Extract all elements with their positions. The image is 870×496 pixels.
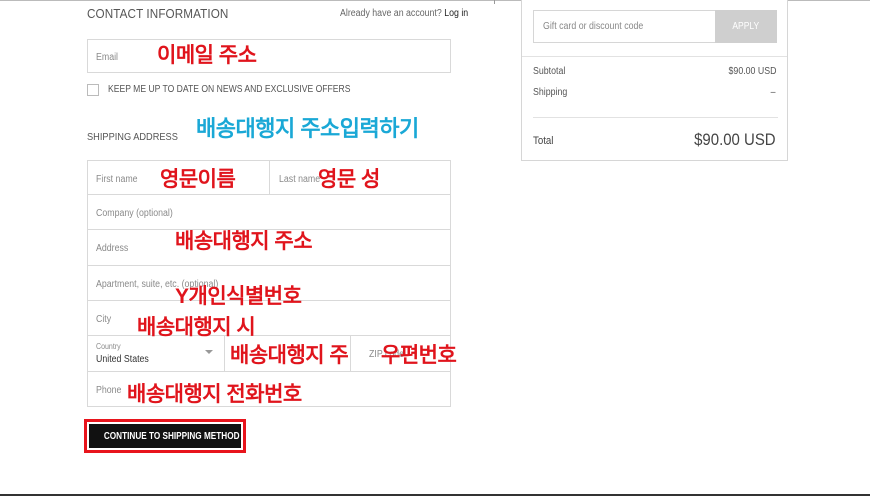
chevron-down-icon[interactable] bbox=[205, 350, 213, 354]
login-link[interactable]: Log in bbox=[444, 8, 468, 19]
country-label: Country bbox=[96, 342, 121, 351]
annotation-address: 배송대행지 주소 bbox=[175, 230, 313, 253]
annotation-apartment: Y개인식별번호 bbox=[175, 285, 302, 308]
column-divider bbox=[494, 0, 495, 4]
address-placeholder: Address bbox=[96, 243, 129, 254]
continue-button-highlight: CONTINUE TO SHIPPING METHOD bbox=[84, 419, 246, 453]
continue-to-shipping-button[interactable]: CONTINUE TO SHIPPING METHOD bbox=[89, 424, 241, 448]
annotation-state: 배송대행지 주 bbox=[230, 344, 349, 367]
annotation-last-name: 영문 성 bbox=[318, 168, 380, 191]
annotation-phone: 배송대행지 전화번호 bbox=[127, 383, 302, 406]
newsletter-label: KEEP ME UP TO DATE ON NEWS AND EXCLUSIVE… bbox=[108, 84, 351, 95]
annotation-zip: 우편번호 bbox=[381, 344, 457, 367]
gift-card-placeholder: Gift card or discount code bbox=[543, 21, 644, 32]
gift-card-input[interactable]: Gift card or discount code bbox=[533, 10, 718, 43]
apply-label: APPLY bbox=[732, 21, 760, 32]
contact-title: CONTACT INFORMATION bbox=[87, 6, 229, 21]
annotation-city: 배송대행지 시 bbox=[137, 316, 256, 339]
email-placeholder: Email bbox=[96, 52, 119, 63]
continue-label: CONTINUE TO SHIPPING METHOD bbox=[103, 430, 240, 442]
annotation-shipping-title: 배송대행지 주소입력하기 bbox=[196, 116, 419, 141]
account-prompt: Already have an account? Log in bbox=[340, 8, 468, 19]
shipping-value: – bbox=[771, 87, 776, 98]
company-placeholder: Company (optional) bbox=[96, 208, 173, 219]
shipping-title: SHIPPING ADDRESS bbox=[87, 131, 178, 143]
country-value: United States bbox=[96, 354, 149, 365]
email-field[interactable]: Email bbox=[87, 39, 451, 73]
first-name-placeholder: First name bbox=[96, 174, 138, 185]
total-value: $90.00 USD bbox=[694, 130, 776, 149]
account-prompt-text: Already have an account? bbox=[340, 8, 442, 19]
annotation-first-name: 영문이름 bbox=[160, 168, 236, 191]
last-name-placeholder: Last name bbox=[279, 174, 321, 185]
newsletter-checkbox[interactable] bbox=[87, 84, 99, 96]
order-summary: Gift card or discount code APPLY Subtota… bbox=[521, 0, 788, 161]
subtotal-value: $90.00 USD bbox=[728, 66, 776, 77]
shipping-label: Shipping bbox=[533, 87, 568, 98]
annotation-email: 이메일 주소 bbox=[157, 44, 257, 67]
apply-button[interactable]: APPLY bbox=[715, 10, 777, 43]
total-divider bbox=[533, 117, 778, 118]
phone-placeholder: Phone bbox=[96, 385, 122, 396]
subtotal-label: Subtotal bbox=[533, 66, 566, 77]
summary-divider bbox=[522, 56, 787, 57]
total-label: Total bbox=[533, 135, 554, 147]
city-placeholder: City bbox=[96, 314, 112, 325]
